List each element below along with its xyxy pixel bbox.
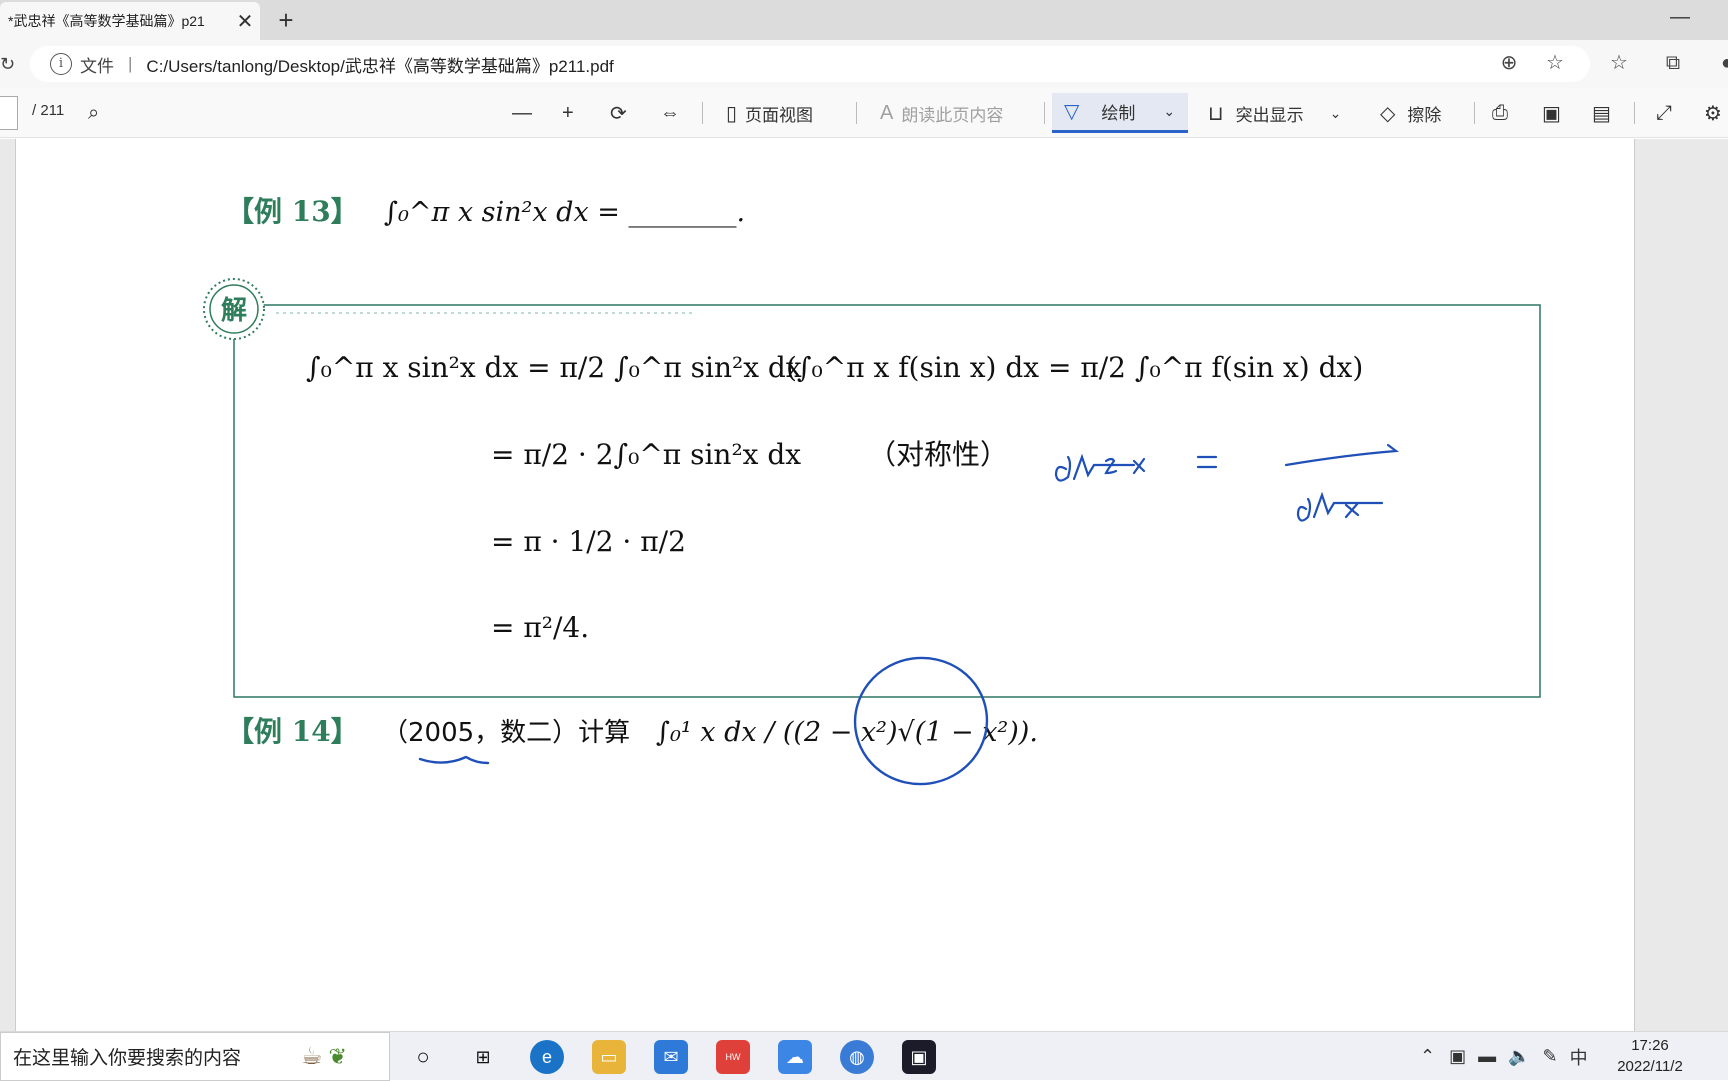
highlight-button[interactable]: ⊔ 突出显示 ⌄ bbox=[1208, 96, 1341, 130]
zoom-in-button[interactable]: + bbox=[562, 96, 582, 130]
info-icon[interactable]: i bbox=[50, 53, 72, 75]
step2: = π/2 · 2∫₀^π sin²x dx bbox=[491, 438, 801, 471]
tea-cup-icon: ☕ bbox=[301, 1043, 323, 1070]
solution-badge: 解 bbox=[221, 296, 247, 326]
address-bar-row: ↻ i 文件 | C:/Users/tanlong/Desktop/武忠祥《高等… bbox=[0, 40, 1728, 88]
read-aloud-icon: A bbox=[880, 101, 894, 124]
tab-title: *武忠祥《高等数学基础篇》p21 bbox=[8, 13, 205, 29]
mail-icon[interactable]: ✉ bbox=[654, 1040, 688, 1074]
active-tab[interactable]: *武忠祥《高等数学基础篇》p21 ✕ bbox=[0, 2, 260, 40]
highlight-label: 突出显示 bbox=[1235, 105, 1304, 125]
clock-date: 2022/11/2 bbox=[1617, 1058, 1683, 1075]
erase-button[interactable]: ◇ 擦除 bbox=[1380, 96, 1441, 130]
volume-icon[interactable]: 🔈 bbox=[1508, 1046, 1530, 1067]
browser-globe-icon[interactable]: ◍ bbox=[840, 1040, 874, 1074]
handwritten-annotation-1 bbox=[1054, 443, 1399, 522]
save-as-icon[interactable]: ▤ bbox=[1592, 96, 1619, 130]
save-icon[interactable]: ▣ bbox=[1542, 96, 1569, 130]
page-view-label: 页面视图 bbox=[745, 105, 814, 125]
new-tab-button[interactable]: + bbox=[270, 4, 302, 36]
toolbar-divider bbox=[1634, 102, 1635, 124]
cloud-icon[interactable]: ☁ bbox=[778, 1040, 812, 1074]
huawei-app-icon[interactable]: HW bbox=[716, 1040, 750, 1074]
read-aloud-button[interactable]: A 朗读此页内容 bbox=[880, 96, 1003, 130]
refresh-icon[interactable]: ↻ bbox=[0, 54, 15, 75]
print-icon[interactable]: ⎙ bbox=[1492, 96, 1516, 130]
math-content: 【例 13】 ∫₀^π x sin²x dx = ________. 解 ∫₀^… bbox=[203, 195, 1541, 786]
fit-width-icon[interactable]: ⇔ bbox=[660, 96, 688, 130]
battery-icon[interactable]: ▬ bbox=[1478, 1046, 1496, 1067]
toolbar-divider bbox=[856, 102, 857, 124]
draw-label: 绘制 bbox=[1101, 104, 1136, 123]
device-icon[interactable]: ▣ bbox=[1449, 1046, 1466, 1067]
zoom-icon[interactable]: ⊕ bbox=[1494, 48, 1524, 78]
toolbar-divider bbox=[702, 102, 703, 124]
handwritten-underline bbox=[418, 755, 490, 765]
taskbar: 在这里输入你要搜索的内容 ☕ ❦ ○ ⊞ e ▭ ✉ HW ☁ ◍ ▣ ⌃ ▣ … bbox=[0, 1031, 1728, 1081]
address-url[interactable]: C:/Users/tanlong/Desktop/武忠祥《高等数学基础篇》p21… bbox=[146, 52, 613, 77]
example13-label: 【例 13】 bbox=[226, 195, 359, 228]
chevron-down-icon[interactable]: ⌄ bbox=[1163, 103, 1175, 120]
address-bar[interactable]: i 文件 | C:/Users/tanlong/Desktop/武忠祥《高等数学… bbox=[30, 46, 1590, 82]
draw-button[interactable]: ▽ 绘制 ⌄ bbox=[1052, 93, 1188, 133]
clock[interactable]: 17:26 2022/11/2 bbox=[1605, 1035, 1695, 1077]
search-placeholder: 在这里输入你要搜索的内容 bbox=[13, 1048, 242, 1069]
page-total: / 211 bbox=[32, 102, 65, 119]
pen-icon: ▽ bbox=[1064, 101, 1080, 123]
system-tray: ⌃ ▣ ▬ 🔈 ✎ 中 bbox=[1420, 1032, 1588, 1081]
pen-tray-icon[interactable]: ✎ bbox=[1543, 1046, 1558, 1067]
example14-label: 【例 14】 bbox=[226, 715, 359, 748]
clock-time: 17:26 bbox=[1631, 1037, 1669, 1054]
tab-close-icon[interactable]: ✕ bbox=[230, 9, 260, 34]
read-aloud-label: 朗读此页内容 bbox=[901, 105, 1004, 125]
chevron-up-icon[interactable]: ⌃ bbox=[1420, 1046, 1435, 1067]
file-explorer-icon[interactable]: ▭ bbox=[592, 1040, 626, 1074]
step3: = π · 1/2 · π/2 bbox=[491, 525, 686, 558]
step1-note: (∫₀^π x f(sin x) dx = π/2 ∫₀^π f(sin x) … bbox=[786, 351, 1363, 384]
leaf-icon: ❦ bbox=[328, 1043, 347, 1069]
ime-indicator[interactable]: 中 bbox=[1570, 1044, 1588, 1070]
step1-lhs: ∫₀^π x sin²x dx = π/2 ∫₀^π sin²x dx bbox=[306, 351, 802, 384]
address-separator: | bbox=[128, 54, 133, 73]
chevron-down-icon[interactable]: ⌄ bbox=[1330, 105, 1342, 122]
collections-icon[interactable]: ⧉ bbox=[1658, 48, 1688, 78]
taskbar-search-input[interactable]: 在这里输入你要搜索的内容 ☕ ❦ bbox=[0, 1032, 390, 1081]
example14-integral: ∫₀¹ x dx / ((2 − x²)√(1 − x²)). bbox=[656, 717, 1038, 748]
pdf-toolbar: / 211 ⌕ — + ⟳ ⇔ ▯ 页面视图 A 朗读此页内容 ▽ 绘制 ⌄ ⊔… bbox=[0, 88, 1728, 138]
tab-bar: *武忠祥《高等数学基础篇》p21 ✕ + — bbox=[0, 0, 1728, 40]
search-icon[interactable]: ⌕ bbox=[88, 96, 107, 130]
eraser-icon: ◇ bbox=[1380, 102, 1396, 125]
favorites-icon[interactable]: ☆ bbox=[1604, 48, 1634, 78]
erase-label: 擦除 bbox=[1407, 105, 1442, 125]
fullscreen-icon[interactable]: ⤢ bbox=[1656, 96, 1680, 130]
minimize-button[interactable]: — bbox=[1660, 6, 1700, 34]
rotate-icon[interactable]: ⟳ bbox=[610, 96, 635, 130]
edge-browser-icon[interactable]: e bbox=[530, 1040, 564, 1074]
settings-icon[interactable]: ⚙ bbox=[1704, 96, 1728, 130]
toolbar-divider bbox=[1044, 102, 1045, 124]
toolbar-divider bbox=[1474, 102, 1475, 124]
task-view-icon[interactable]: ⊞ bbox=[466, 1040, 500, 1074]
page-view-button[interactable]: ▯ 页面视图 bbox=[726, 96, 813, 130]
cortana-icon[interactable]: ○ bbox=[406, 1040, 440, 1074]
example14-source: （2005，数二）计算 bbox=[382, 718, 630, 748]
favorite-add-icon[interactable]: ☆ bbox=[1540, 48, 1570, 78]
address-label: 文件 bbox=[80, 56, 114, 76]
page-view-icon: ▯ bbox=[726, 102, 738, 125]
profile-icon[interactable]: ● bbox=[1712, 48, 1728, 78]
pdf-page: 【例 13】 ∫₀^π x sin²x dx = ________. 解 ∫₀^… bbox=[15, 139, 1635, 1031]
step4: = π²/4. bbox=[491, 611, 589, 644]
page-number-input[interactable] bbox=[0, 96, 18, 130]
step2-note: （对称性） bbox=[868, 438, 1008, 471]
screen-recorder-icon[interactable]: ▣ bbox=[902, 1040, 936, 1074]
zoom-out-button[interactable]: — bbox=[512, 96, 540, 130]
highlighter-icon: ⊔ bbox=[1208, 102, 1224, 125]
example13-problem: ∫₀^π x sin²x dx = ________. bbox=[384, 197, 745, 228]
